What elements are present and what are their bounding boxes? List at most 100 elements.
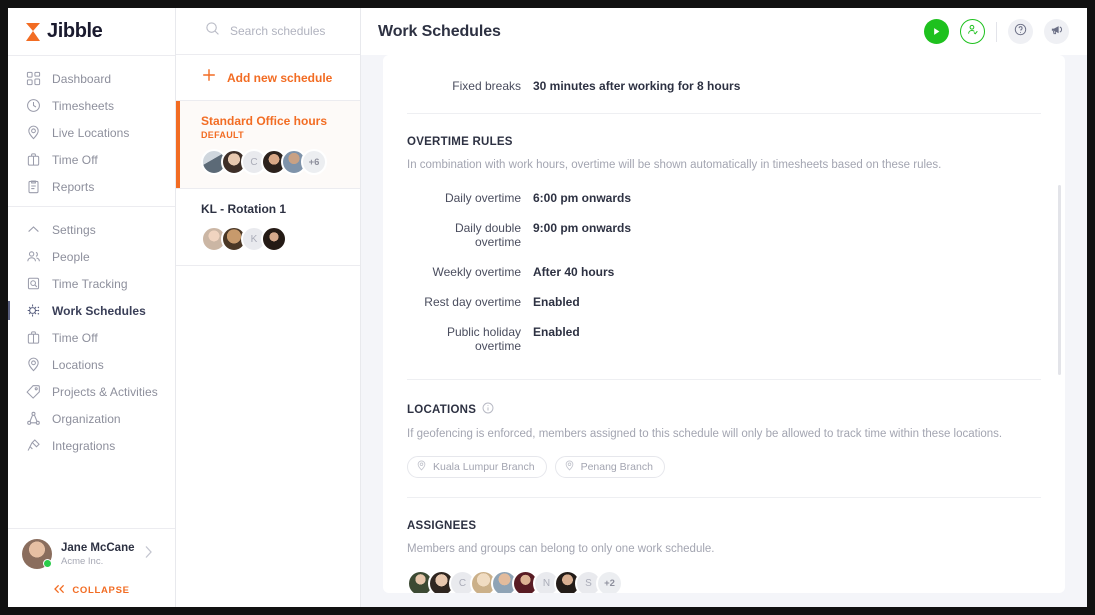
- time-tracking-icon: [26, 276, 41, 291]
- sidebar-item-label: Timesheets: [52, 98, 115, 113]
- announcements-button[interactable]: [1044, 19, 1069, 44]
- collapse-sidebar-button[interactable]: COLLAPSE: [8, 573, 175, 607]
- sidebar-item-work-schedules[interactable]: Work Schedules: [8, 297, 175, 324]
- overtime-rules-heading: OVERTIME RULES: [407, 136, 1041, 148]
- location-chip-label: Kuala Lumpur Branch: [433, 461, 535, 473]
- schedule-avatar-stack: K: [201, 226, 348, 252]
- main-area: Work Schedules Fixed breaks 30 minutes a…: [361, 8, 1087, 607]
- scrollbar-thumb[interactable]: [1058, 185, 1061, 375]
- help-button[interactable]: [1008, 19, 1033, 44]
- sidebar-item-timesheets[interactable]: Timesheets: [8, 92, 175, 119]
- map-pin-icon: [26, 357, 41, 372]
- search-input[interactable]: [230, 24, 350, 38]
- organization-icon: [26, 411, 41, 426]
- weekly-overtime-row: Weekly overtime After 40 hours: [407, 257, 1041, 287]
- info-icon[interactable]: [482, 402, 494, 417]
- location-chip-kuala-lumpur-branch[interactable]: Kuala Lumpur Branch: [407, 456, 547, 478]
- screen-frame: Jibble Dashboard Timesheets Live Locatio…: [0, 0, 1095, 615]
- fixed-breaks-row: Fixed breaks 30 minutes after working fo…: [407, 71, 1041, 101]
- public-holiday-overtime-row: Public holiday overtime Enabled: [407, 317, 1041, 361]
- clipboard-icon: [26, 179, 41, 194]
- plug-icon: [26, 438, 41, 453]
- play-icon: [932, 23, 941, 41]
- work-schedules-icon: [26, 303, 41, 318]
- schedule-default-badge: DEFAULT: [201, 130, 244, 140]
- assignees-description: Members and groups can belong to only on…: [407, 543, 715, 555]
- location-chips: Kuala Lumpur Branch Penang Branch: [407, 456, 1041, 478]
- sidebar-item-label: Time Off: [52, 330, 98, 345]
- rule-label: Rest day overtime: [424, 295, 521, 309]
- sidebar-item-organization[interactable]: Organization: [8, 405, 175, 432]
- clock-icon: [26, 98, 41, 113]
- add-new-schedule-button[interactable]: Add new schedule: [176, 55, 360, 101]
- daily-double-overtime-row: Daily double overtime 9:00 pm onwards: [407, 213, 1041, 257]
- schedule-card-standard-office-hours[interactable]: Standard Office hours DEFAULT C +6: [176, 101, 360, 189]
- user-org: Acme Inc.: [61, 555, 104, 567]
- overtime-rules-description: In combination with work hours, overtime…: [407, 159, 942, 171]
- user-info: Jane McCane Acme Inc.: [61, 541, 135, 568]
- sidebar-item-label: Organization: [52, 411, 121, 426]
- chevron-up-icon: [26, 222, 41, 237]
- divider: [407, 113, 1041, 114]
- locations-heading-text: LOCATIONS: [407, 403, 477, 416]
- schedule-title: Standard Office hours: [201, 114, 328, 128]
- avatar-overflow-count[interactable]: +2: [596, 570, 623, 593]
- plus-icon: [202, 68, 216, 87]
- sidebar-item-projects-activities[interactable]: Projects & Activities: [8, 378, 175, 405]
- search-schedules-row[interactable]: [176, 8, 360, 55]
- schedule-detail-card: Fixed breaks 30 minutes after working fo…: [383, 55, 1065, 593]
- location-chip-penang-branch[interactable]: Penang Branch: [554, 456, 665, 478]
- schedule-detail-scroll[interactable]: Fixed breaks 30 minutes after working fo…: [407, 55, 1041, 593]
- sidebar-item-label: Live Locations: [52, 125, 130, 140]
- top-bar: Work Schedules: [361, 8, 1087, 55]
- sidebar-item-label: Locations: [52, 357, 104, 372]
- app-window: Jibble Dashboard Timesheets Live Locatio…: [8, 8, 1087, 607]
- sidebar-item-time-off[interactable]: Time Off: [8, 146, 175, 173]
- map-pin-icon: [416, 460, 427, 474]
- overtime-rules-heading-text: OVERTIME RULES: [407, 136, 513, 148]
- chevron-double-left-icon: [53, 581, 66, 599]
- avatar: [22, 539, 52, 569]
- sidebar-item-settings[interactable]: Settings: [8, 216, 175, 243]
- user-name: Jane McCane: [61, 541, 135, 554]
- sidebar-item-integrations[interactable]: Integrations: [8, 432, 175, 459]
- collapse-label: COLLAPSE: [72, 584, 130, 596]
- clock-in-play-button[interactable]: [924, 19, 949, 44]
- sidebar-item-time-off-settings[interactable]: Time Off: [8, 324, 175, 351]
- sidebar-item-live-locations[interactable]: Live Locations: [8, 119, 175, 146]
- sidebar-item-reports[interactable]: Reports: [8, 173, 175, 200]
- rule-value: Enabled: [533, 295, 580, 309]
- dashboard-icon: [26, 71, 41, 86]
- rule-label: Weekly overtime: [432, 265, 521, 279]
- presence-online-indicator: [43, 559, 52, 568]
- toolbar-separator: [996, 21, 997, 42]
- sidebar-item-locations[interactable]: Locations: [8, 351, 175, 378]
- map-pin-icon: [564, 460, 575, 474]
- chevron-right-icon: [144, 545, 153, 564]
- sidebar-item-time-tracking[interactable]: Time Tracking: [8, 270, 175, 297]
- fixed-breaks-value: 30 minutes after working for 8 hours: [533, 79, 741, 93]
- schedule-avatar-stack: C +6: [201, 149, 348, 175]
- schedule-list-panel: Add new schedule Standard Office hours D…: [176, 8, 361, 607]
- sidebar-item-people[interactable]: People: [8, 243, 175, 270]
- divider: [407, 379, 1041, 380]
- content-area: Fixed breaks 30 minutes after working fo…: [361, 55, 1087, 607]
- app-logo[interactable]: Jibble: [8, 8, 175, 55]
- sidebar-item-label: People: [52, 249, 90, 264]
- rule-label: Daily double overtime: [454, 221, 521, 249]
- content-scrollbar[interactable]: [1058, 55, 1061, 593]
- sidebar-item-dashboard[interactable]: Dashboard: [8, 65, 175, 92]
- assignee-avatar-stack: C N S +2: [407, 570, 1041, 593]
- rule-label: Public holiday overtime: [446, 325, 521, 353]
- rule-value: After 40 hours: [533, 265, 615, 279]
- tag-icon: [26, 384, 41, 399]
- schedule-card-kl-rotation-1[interactable]: KL - Rotation 1 K: [176, 189, 360, 266]
- briefcase-icon: [26, 152, 41, 167]
- briefcase-icon: [26, 330, 41, 345]
- sidebar-item-label: Integrations: [52, 438, 116, 453]
- user-profile-button[interactable]: Jane McCane Acme Inc.: [8, 528, 175, 573]
- rule-value: Enabled: [533, 325, 580, 339]
- personal-tracking-button[interactable]: [960, 19, 985, 44]
- locations-heading: LOCATIONS: [407, 402, 1041, 417]
